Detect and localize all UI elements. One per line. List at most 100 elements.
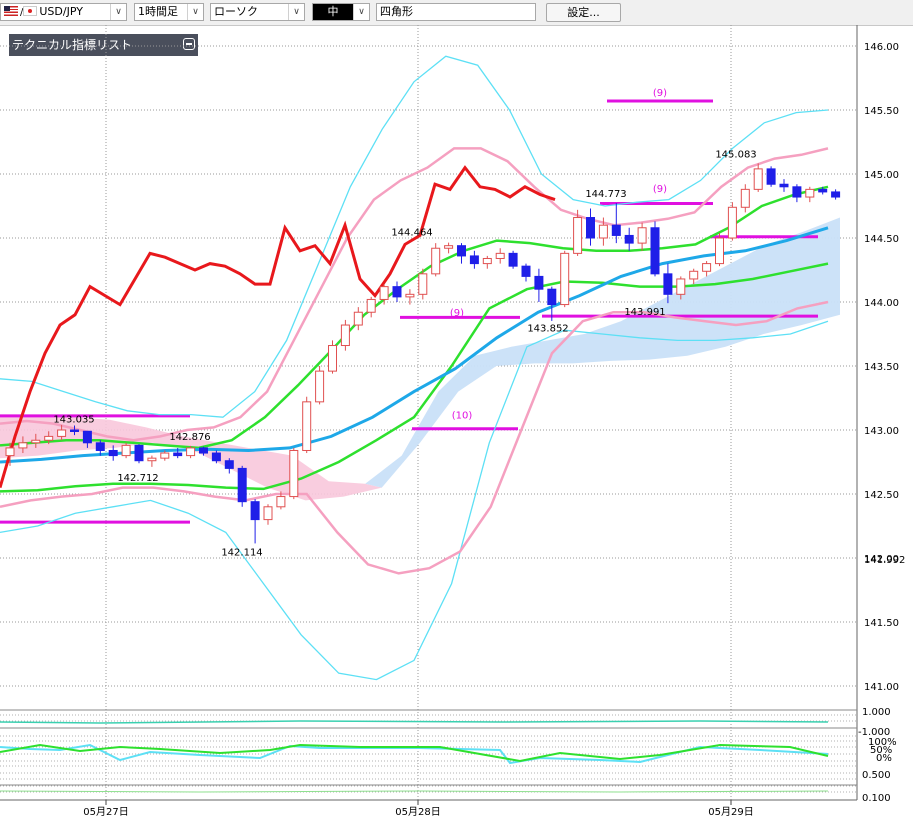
drawing-tool-select[interactable]: 四角形	[376, 3, 536, 21]
toolbar: / USD/JPY ∨ 1時間足 ∨ ローソク ∨ 中 ∨ 四角形 設定...	[0, 0, 913, 26]
price-label: 142.876	[169, 432, 210, 443]
candle-body	[121, 444, 131, 457]
y-tick-label: 142.50	[864, 490, 899, 501]
y-tick-label: 141.00	[864, 682, 899, 693]
candle-body	[831, 191, 841, 198]
candle-body	[18, 442, 28, 449]
oscillator-line	[0, 720, 829, 724]
candle-body	[366, 298, 376, 313]
candle-body	[431, 247, 441, 275]
symbol-select[interactable]: / USD/JPY ∨	[0, 3, 127, 21]
candle-body	[521, 265, 531, 277]
price-label: 143.852	[527, 323, 568, 334]
jp-flag-icon	[23, 6, 38, 16]
candle-body	[598, 224, 608, 239]
candle-body	[495, 252, 505, 259]
candle-body	[5, 447, 15, 457]
candle-body	[70, 429, 79, 432]
candle-body	[276, 496, 286, 508]
candle-body	[82, 430, 92, 444]
candle-body	[573, 217, 583, 254]
candle-body	[211, 452, 221, 462]
sub-tick-label: 0.500	[862, 770, 891, 781]
box-label: (9)	[653, 88, 667, 99]
size-label: 中	[313, 4, 353, 20]
candle-body	[134, 444, 144, 462]
timeframe-label: 1時間足	[138, 5, 178, 18]
candle-body	[637, 227, 647, 244]
candle-body	[405, 293, 415, 298]
candle-body	[340, 324, 350, 347]
candle-body	[560, 252, 570, 306]
candle-body	[611, 224, 621, 236]
chevron-down-icon: ∨	[353, 4, 369, 20]
candle-body	[250, 501, 260, 521]
candle-body	[469, 255, 479, 265]
chevron-down-icon: ∨	[110, 4, 126, 20]
candle-body	[160, 452, 170, 459]
sub-tick-label: 0%	[876, 753, 892, 764]
candle-body	[199, 447, 208, 454]
candle-body	[44, 435, 54, 441]
y-tick-label: 145.50	[864, 106, 899, 117]
sub-tick-label: 1.000	[862, 707, 891, 718]
candle-body	[740, 188, 750, 208]
candle-body	[715, 237, 724, 265]
candle-body	[508, 252, 518, 267]
candle-body	[418, 273, 428, 295]
chevron-down-icon: ∨	[288, 4, 304, 20]
chevron-down-icon: ∨	[187, 4, 203, 20]
y-tick-label: 145.00	[864, 170, 899, 181]
y-tick-label: 143.50	[864, 362, 899, 373]
candle-body	[482, 257, 492, 265]
candle-body	[328, 345, 337, 372]
candle-body	[805, 188, 815, 198]
symbol-label: USD/JPY	[39, 5, 83, 18]
timeframe-select[interactable]: 1時間足 ∨	[134, 3, 204, 21]
price-label: 145.083	[715, 149, 756, 160]
candle-body	[302, 401, 312, 451]
chart-style-select[interactable]: ローソク ∨	[210, 3, 305, 21]
y-tick-label: 146.00	[864, 42, 899, 53]
candle-body	[353, 311, 363, 326]
candle-body	[457, 245, 466, 257]
us-flag-icon	[4, 6, 18, 16]
candle-body	[57, 429, 67, 437]
price-chart[interactable]: (9) (10) (9) (9) 143.035 142.876 142.712 142.1…	[0, 25, 913, 820]
x-tick-label: 05月29日	[708, 806, 753, 818]
candle-body	[289, 449, 299, 498]
price-label: 142.114	[221, 547, 262, 558]
candle-body	[650, 227, 660, 275]
candle-body	[534, 275, 544, 290]
candle-body	[95, 442, 105, 451]
candle-body	[444, 245, 454, 249]
price-label: 144.773	[585, 189, 626, 200]
candle-body	[753, 168, 763, 190]
candle-body	[379, 286, 389, 300]
candle-body	[818, 188, 828, 193]
candle-body	[263, 506, 273, 521]
candle-body	[663, 273, 673, 295]
candle-body	[689, 270, 699, 280]
price-marker-label: 141.992	[864, 555, 905, 566]
price-label: 144.464	[391, 227, 432, 238]
sub-tick-label: 0.100	[862, 793, 891, 804]
candle-body	[224, 460, 234, 469]
y-tick-label: 144.50	[864, 234, 899, 245]
bollinger-outer-lower	[0, 320, 829, 681]
candle-body	[392, 286, 402, 298]
candle-body	[173, 452, 183, 457]
candle-body	[237, 467, 247, 503]
candle-body	[147, 457, 157, 462]
size-select[interactable]: 中 ∨	[312, 3, 370, 21]
candle-body	[186, 447, 196, 457]
candle-body	[586, 217, 595, 239]
price-label: 142.712	[117, 473, 158, 484]
price-label: 143.035	[53, 414, 94, 425]
candle-body	[624, 234, 634, 244]
x-tick-label: 05月28日	[395, 806, 440, 818]
settings-button[interactable]: 設定...	[546, 3, 621, 22]
box-label: (9)	[653, 184, 667, 195]
candle-body	[766, 168, 776, 185]
candle-body	[108, 449, 118, 457]
